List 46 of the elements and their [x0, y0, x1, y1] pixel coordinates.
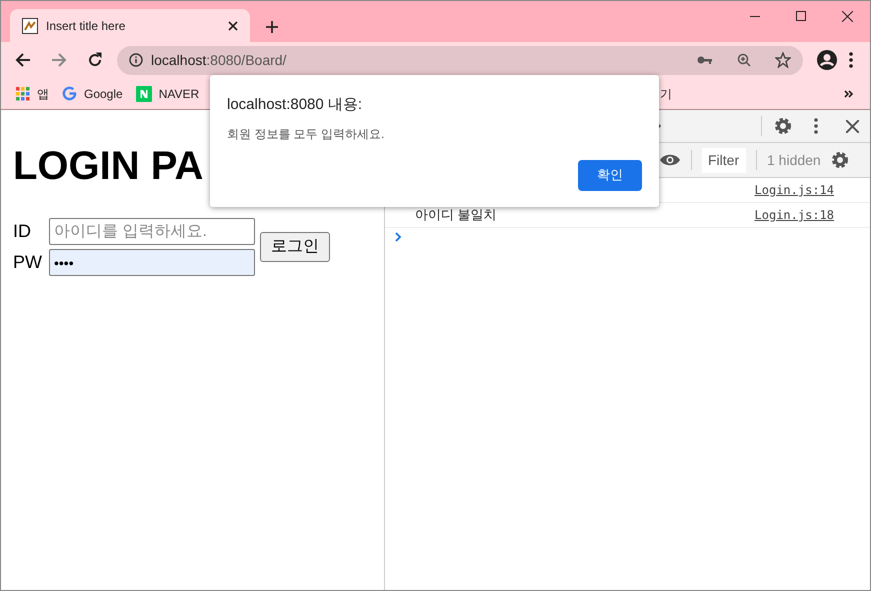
account-icon[interactable] [817, 50, 837, 70]
prompt-icon[interactable] [395, 232, 403, 242]
id-input-field[interactable]: 아이디를 입력하세요. [49, 218, 255, 245]
info-icon [129, 53, 143, 67]
bookmark-item[interactable]: 기 [660, 82, 672, 106]
forward-icon[interactable] [51, 52, 67, 68]
ok-button[interactable]: 확인 [578, 160, 642, 190]
maximize-icon [796, 11, 806, 21]
page-icon [22, 18, 38, 34]
dialog-title: localhost:8080 내용: [227, 95, 364, 115]
source-link[interactable]: Login.js:14 [754, 181, 834, 199]
login-button[interactable]: 로그인 [260, 232, 330, 262]
close-icon [842, 10, 852, 22]
id-label: ID [13, 220, 32, 243]
bookmark-item[interactable]: 앱 [16, 82, 49, 106]
dialog-message: 회원 정보를 모두 입력하세요. [227, 126, 386, 142]
eye-icon[interactable] [659, 153, 681, 167]
url-text: localhost:8080/Board/ [151, 50, 288, 70]
console-message: 아이디 불일치 [415, 206, 498, 224]
browser-tab[interactable]: Insert title here [10, 9, 250, 42]
settings-icon[interactable] [830, 151, 849, 169]
bookmark-item[interactable]: Google [62, 82, 123, 106]
naver-n-icon [136, 86, 152, 102]
chevrons-icon[interactable] [844, 90, 854, 98]
zoom-icon[interactable] [737, 53, 751, 67]
key-icon[interactable] [697, 55, 713, 65]
filter-field[interactable]: Filter [702, 148, 746, 172]
close-icon[interactable] [846, 120, 859, 132]
new-tab-icon[interactable] [266, 21, 278, 33]
source-link[interactable]: Login.js:18 [754, 206, 834, 224]
settings-icon[interactable] [774, 117, 792, 135]
menu-icon[interactable] [849, 52, 853, 68]
reload-icon[interactable] [87, 52, 103, 68]
password-input-field[interactable]: •••• [49, 249, 255, 276]
star-icon[interactable] [775, 52, 791, 68]
address-bar[interactable]: localhost:8080/Board/ [117, 46, 803, 74]
bookmark-item[interactable]: NAVER [136, 82, 200, 106]
more-options-icon[interactable] [814, 118, 818, 134]
tab-title: Insert title here [46, 18, 126, 34]
apps-grid-icon [16, 86, 30, 100]
hidden-count: 1 hidden [767, 150, 821, 170]
close-icon[interactable] [228, 20, 238, 30]
back-icon[interactable] [15, 52, 31, 68]
page-heading: LOGIN PA [13, 146, 204, 186]
google-g-icon [62, 86, 77, 101]
pw-label: PW [13, 251, 43, 274]
